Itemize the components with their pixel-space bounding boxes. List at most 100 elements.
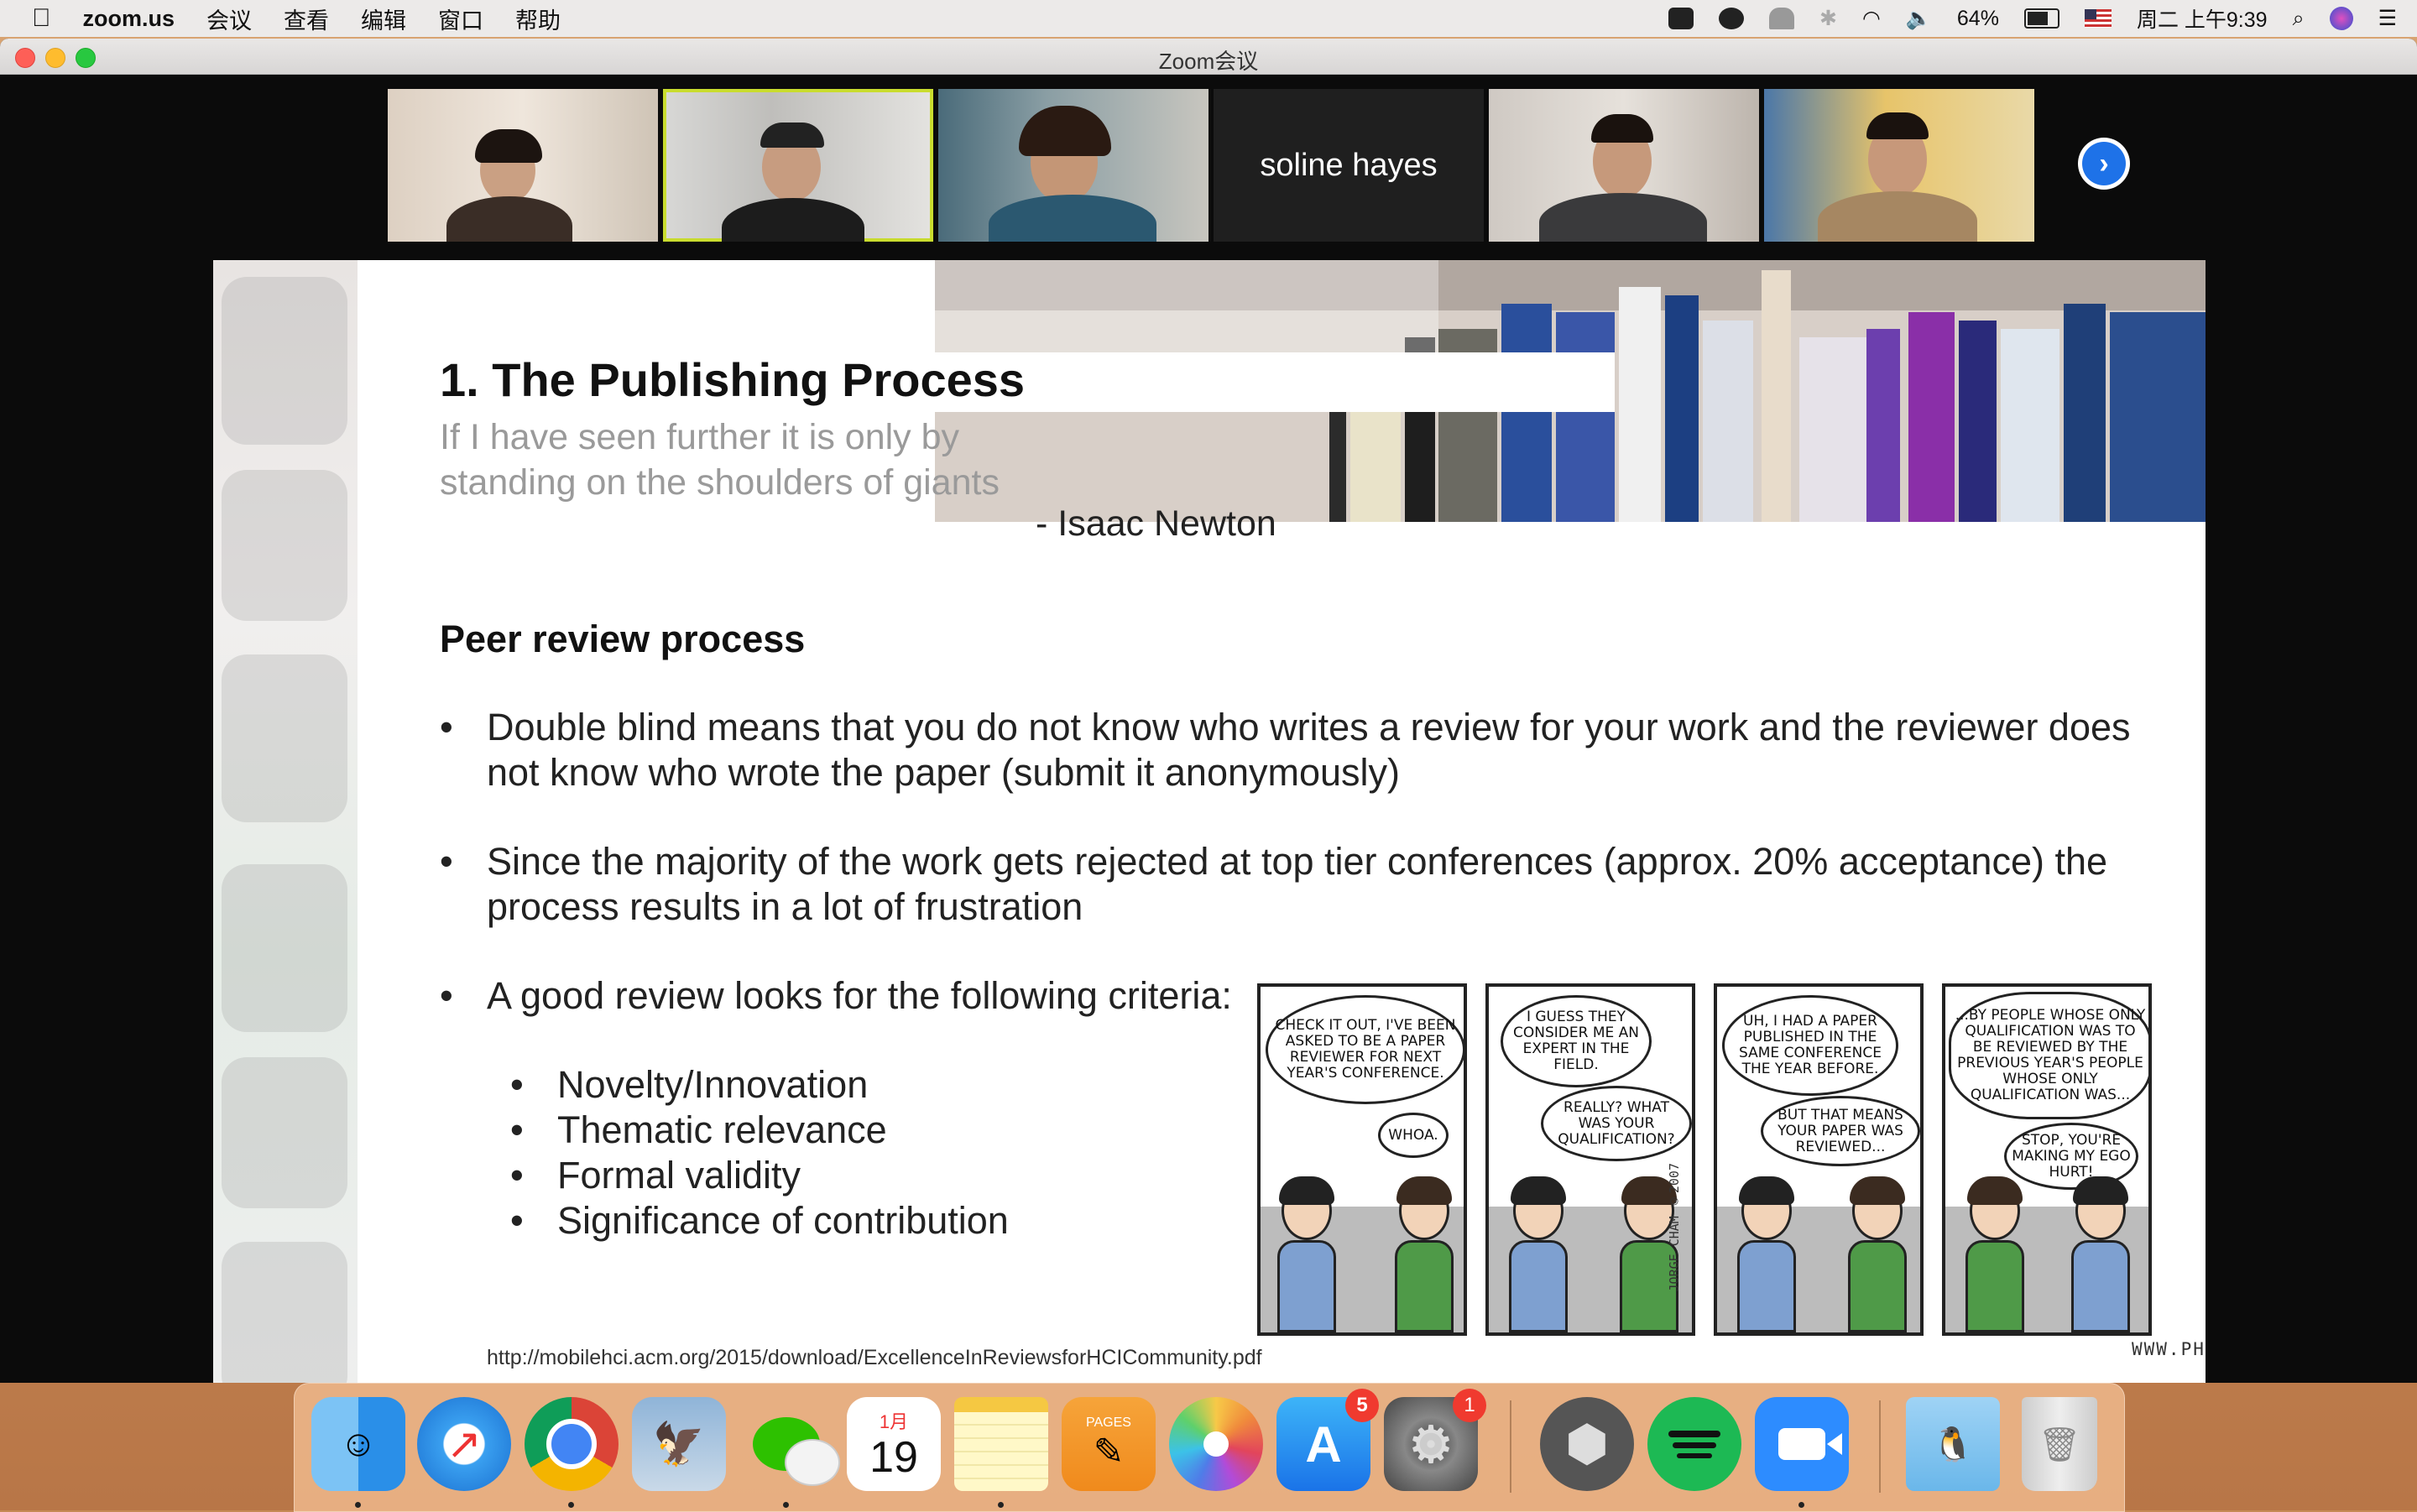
menu-window[interactable]: 窗口 bbox=[438, 3, 483, 35]
participant-video-tile[interactable] bbox=[938, 89, 1208, 242]
menu-bar:  zoom.us 会议 查看 编辑 窗口 帮助 ✱ ◠ 🔈 64% 周二 上午… bbox=[0, 0, 2417, 37]
notification-center-icon[interactable]: ☰ bbox=[2378, 6, 2397, 31]
calendar-month: 1月 bbox=[879, 1411, 909, 1432]
speech-bubble: WHOA. bbox=[1378, 1113, 1449, 1158]
active-speaker-video-tile[interactable] bbox=[663, 89, 933, 242]
next-participants-button[interactable]: › bbox=[2078, 138, 2130, 190]
zoom-status-icon[interactable] bbox=[1668, 8, 1694, 29]
pages-label: PAGES bbox=[1086, 1415, 1131, 1430]
bluetooth-icon[interactable]: ✱ bbox=[1819, 6, 1837, 31]
participant-video-tile[interactable] bbox=[1764, 89, 2034, 242]
participant-strip: soline hayes bbox=[0, 89, 2417, 242]
bullet-marker: • bbox=[440, 840, 453, 883]
mail-stamp-icon[interactable]: 🦅 bbox=[632, 1397, 726, 1491]
phd-comic-strip: CHECK IT OUT, I'VE BEEN ASKED TO BE A PA… bbox=[1257, 983, 2206, 1361]
quote-text: If I have seen further it is only by sta… bbox=[440, 414, 1000, 505]
participant-video-tile[interactable] bbox=[1489, 89, 1759, 242]
volume-icon[interactable]: 🔈 bbox=[1906, 7, 1932, 31]
photos-icon[interactable] bbox=[1169, 1397, 1263, 1491]
criteria-text: Formal validity bbox=[557, 1154, 801, 1197]
wechat-status-icon[interactable] bbox=[1718, 8, 1744, 29]
bullet-marker: • bbox=[510, 1154, 524, 1197]
bullet-text: Since the majority of the work gets reje… bbox=[487, 839, 2107, 930]
pages-icon[interactable]: PAGES ✎ bbox=[1062, 1397, 1156, 1491]
source-url: http://mobilehci.acm.org/2015/download/E… bbox=[487, 1346, 1262, 1369]
bullet-text: Double blind means that you do not know … bbox=[487, 705, 2131, 795]
trash-icon[interactable]: 🗑 bbox=[2022, 1397, 2097, 1491]
speech-bubble: CHECK IT OUT, I'VE BEEN ASKED TO BE A PA… bbox=[1266, 995, 1464, 1104]
app-store-icon[interactable]: A 5 bbox=[1276, 1389, 1379, 1491]
input-source-flag-icon[interactable] bbox=[2084, 9, 2112, 28]
wechat-icon[interactable] bbox=[739, 1397, 840, 1508]
slide-title: 1. The Publishing Process bbox=[440, 352, 1615, 412]
comic-signature: JORGE CHAM ©2007 bbox=[1667, 1163, 1682, 1292]
criteria-text: Significance of contribution bbox=[557, 1199, 1009, 1242]
comic-panel: CHECK IT OUT, I'VE BEEN ASKED TO BE A PA… bbox=[1257, 983, 1467, 1336]
menu-meeting[interactable]: 会议 bbox=[206, 3, 252, 35]
siri-icon[interactable] bbox=[2329, 7, 2353, 30]
battery-icon[interactable] bbox=[2023, 8, 2059, 29]
bullet-line: process results in a lot of frustration bbox=[487, 885, 1083, 928]
spotlight-search-icon[interactable]: ⌕ bbox=[2293, 7, 2305, 31]
window-title: Zoom会议 bbox=[1158, 49, 1259, 74]
calendar-icon[interactable]: 1月 19 bbox=[847, 1397, 941, 1491]
bullet-marker: • bbox=[440, 706, 453, 748]
bullet-line: not know who wrote the paper (submit it … bbox=[487, 751, 1401, 794]
bullet-marker: • bbox=[510, 1108, 524, 1151]
speech-bubble: REALLY? WHAT WAS YOUR QUALIFICATION? bbox=[1541, 1086, 1692, 1161]
bullet-item: • A good review looks for the following … bbox=[440, 973, 1262, 1024]
criteria-text: Thematic relevance bbox=[557, 1108, 887, 1151]
bullet-item: • Since the majority of the work gets re… bbox=[440, 839, 2202, 931]
bullet-line: Double blind means that you do not know … bbox=[487, 706, 2131, 748]
bullet-text: A good review looks for the following cr… bbox=[487, 974, 1232, 1017]
criteria-text: Novelty/Innovation bbox=[557, 1063, 869, 1106]
app-menu[interactable]: zoom.us bbox=[83, 6, 175, 32]
bullet-line: Since the majority of the work gets reje… bbox=[487, 840, 2108, 883]
clock[interactable]: 周二 上午9:39 bbox=[2137, 3, 2268, 34]
speech-bubble: BUT THAT MEANS YOUR PAPER WAS REVIEWED..… bbox=[1761, 1096, 1920, 1166]
speech-bubble: ...BY PEOPLE WHOSE ONLY QUALIFICATION WA… bbox=[1949, 992, 2148, 1119]
participant-name: soline hayes bbox=[1260, 147, 1438, 183]
spotify-icon[interactable] bbox=[1647, 1397, 1741, 1491]
dock-separator bbox=[1510, 1400, 1511, 1493]
shared-screen-slide: 1. The Publishing Process If I have seen… bbox=[213, 260, 2206, 1383]
calendar-day: 19 bbox=[869, 1433, 918, 1482]
apple-menu-icon[interactable]:  bbox=[32, 4, 51, 33]
menu-edit[interactable]: 编辑 bbox=[361, 3, 406, 35]
system-preferences-badge: 1 bbox=[1453, 1389, 1486, 1422]
participant-name-tile[interactable]: soline hayes bbox=[1214, 89, 1484, 242]
bullet-item: • Double blind means that you do not kno… bbox=[440, 705, 2202, 797]
participant-video-tile[interactable] bbox=[388, 89, 658, 242]
chevron-right-icon: › bbox=[2082, 142, 2126, 185]
safari-icon[interactable]: ↗ bbox=[417, 1397, 511, 1491]
zoom-icon[interactable] bbox=[1755, 1397, 1849, 1508]
battery-percent: 64% bbox=[1956, 6, 1999, 30]
comic-panel: ...BY PEOPLE WHOSE ONLY QUALIFICATION WA… bbox=[1942, 983, 2152, 1336]
comic-credit: WWW.PHDCOMICS.COM bbox=[2132, 1339, 2206, 1359]
app-store-badge: 5 bbox=[1345, 1389, 1379, 1422]
quote-author: - Isaac Newton bbox=[1036, 503, 1276, 544]
speech-bubble: UH, I HAD A PAPER PUBLISHED IN THE SAME … bbox=[1722, 995, 1898, 1096]
menu-view[interactable]: 查看 bbox=[284, 3, 329, 35]
notes-icon[interactable] bbox=[954, 1397, 1048, 1508]
zoom-meeting-window: Zoom会议 soline hayes › 1. The Publishing … bbox=[0, 39, 2417, 1383]
window-titlebar: Zoom会议 bbox=[0, 39, 2417, 75]
dock: ☺ ↗ 🦅 1月 19 PAGES ✎ A 5 ⚙ 1 ⬢ 🐧 🗑 bbox=[294, 1383, 2125, 1512]
wifi-icon[interactable]: ◠ bbox=[1862, 6, 1881, 31]
quote-line: standing on the shoulders of giants bbox=[440, 462, 1000, 503]
airplay-icon[interactable] bbox=[1768, 8, 1794, 29]
comic-panel: I GUESS THEY CONSIDER ME AN EXPERT IN TH… bbox=[1485, 983, 1695, 1336]
comic-panel: UH, I HAD A PAPER PUBLISHED IN THE SAME … bbox=[1714, 983, 1924, 1336]
dock-separator bbox=[1879, 1400, 1881, 1493]
finder-icon[interactable]: ☺ bbox=[311, 1397, 405, 1508]
menu-help[interactable]: 帮助 bbox=[515, 3, 561, 35]
section-heading: Peer review process bbox=[440, 618, 806, 660]
speech-bubble: I GUESS THEY CONSIDER ME AN EXPERT IN TH… bbox=[1501, 995, 1652, 1087]
hexagon-app-icon[interactable]: ⬢ bbox=[1540, 1397, 1634, 1491]
bullet-marker: • bbox=[440, 974, 453, 1017]
chrome-icon[interactable] bbox=[525, 1397, 619, 1508]
folder-icon[interactable]: 🐧 bbox=[1906, 1397, 2000, 1491]
system-preferences-icon[interactable]: ⚙ 1 bbox=[1384, 1389, 1486, 1491]
bullet-marker: • bbox=[510, 1063, 524, 1106]
slide-decorative-strip bbox=[213, 260, 358, 1383]
